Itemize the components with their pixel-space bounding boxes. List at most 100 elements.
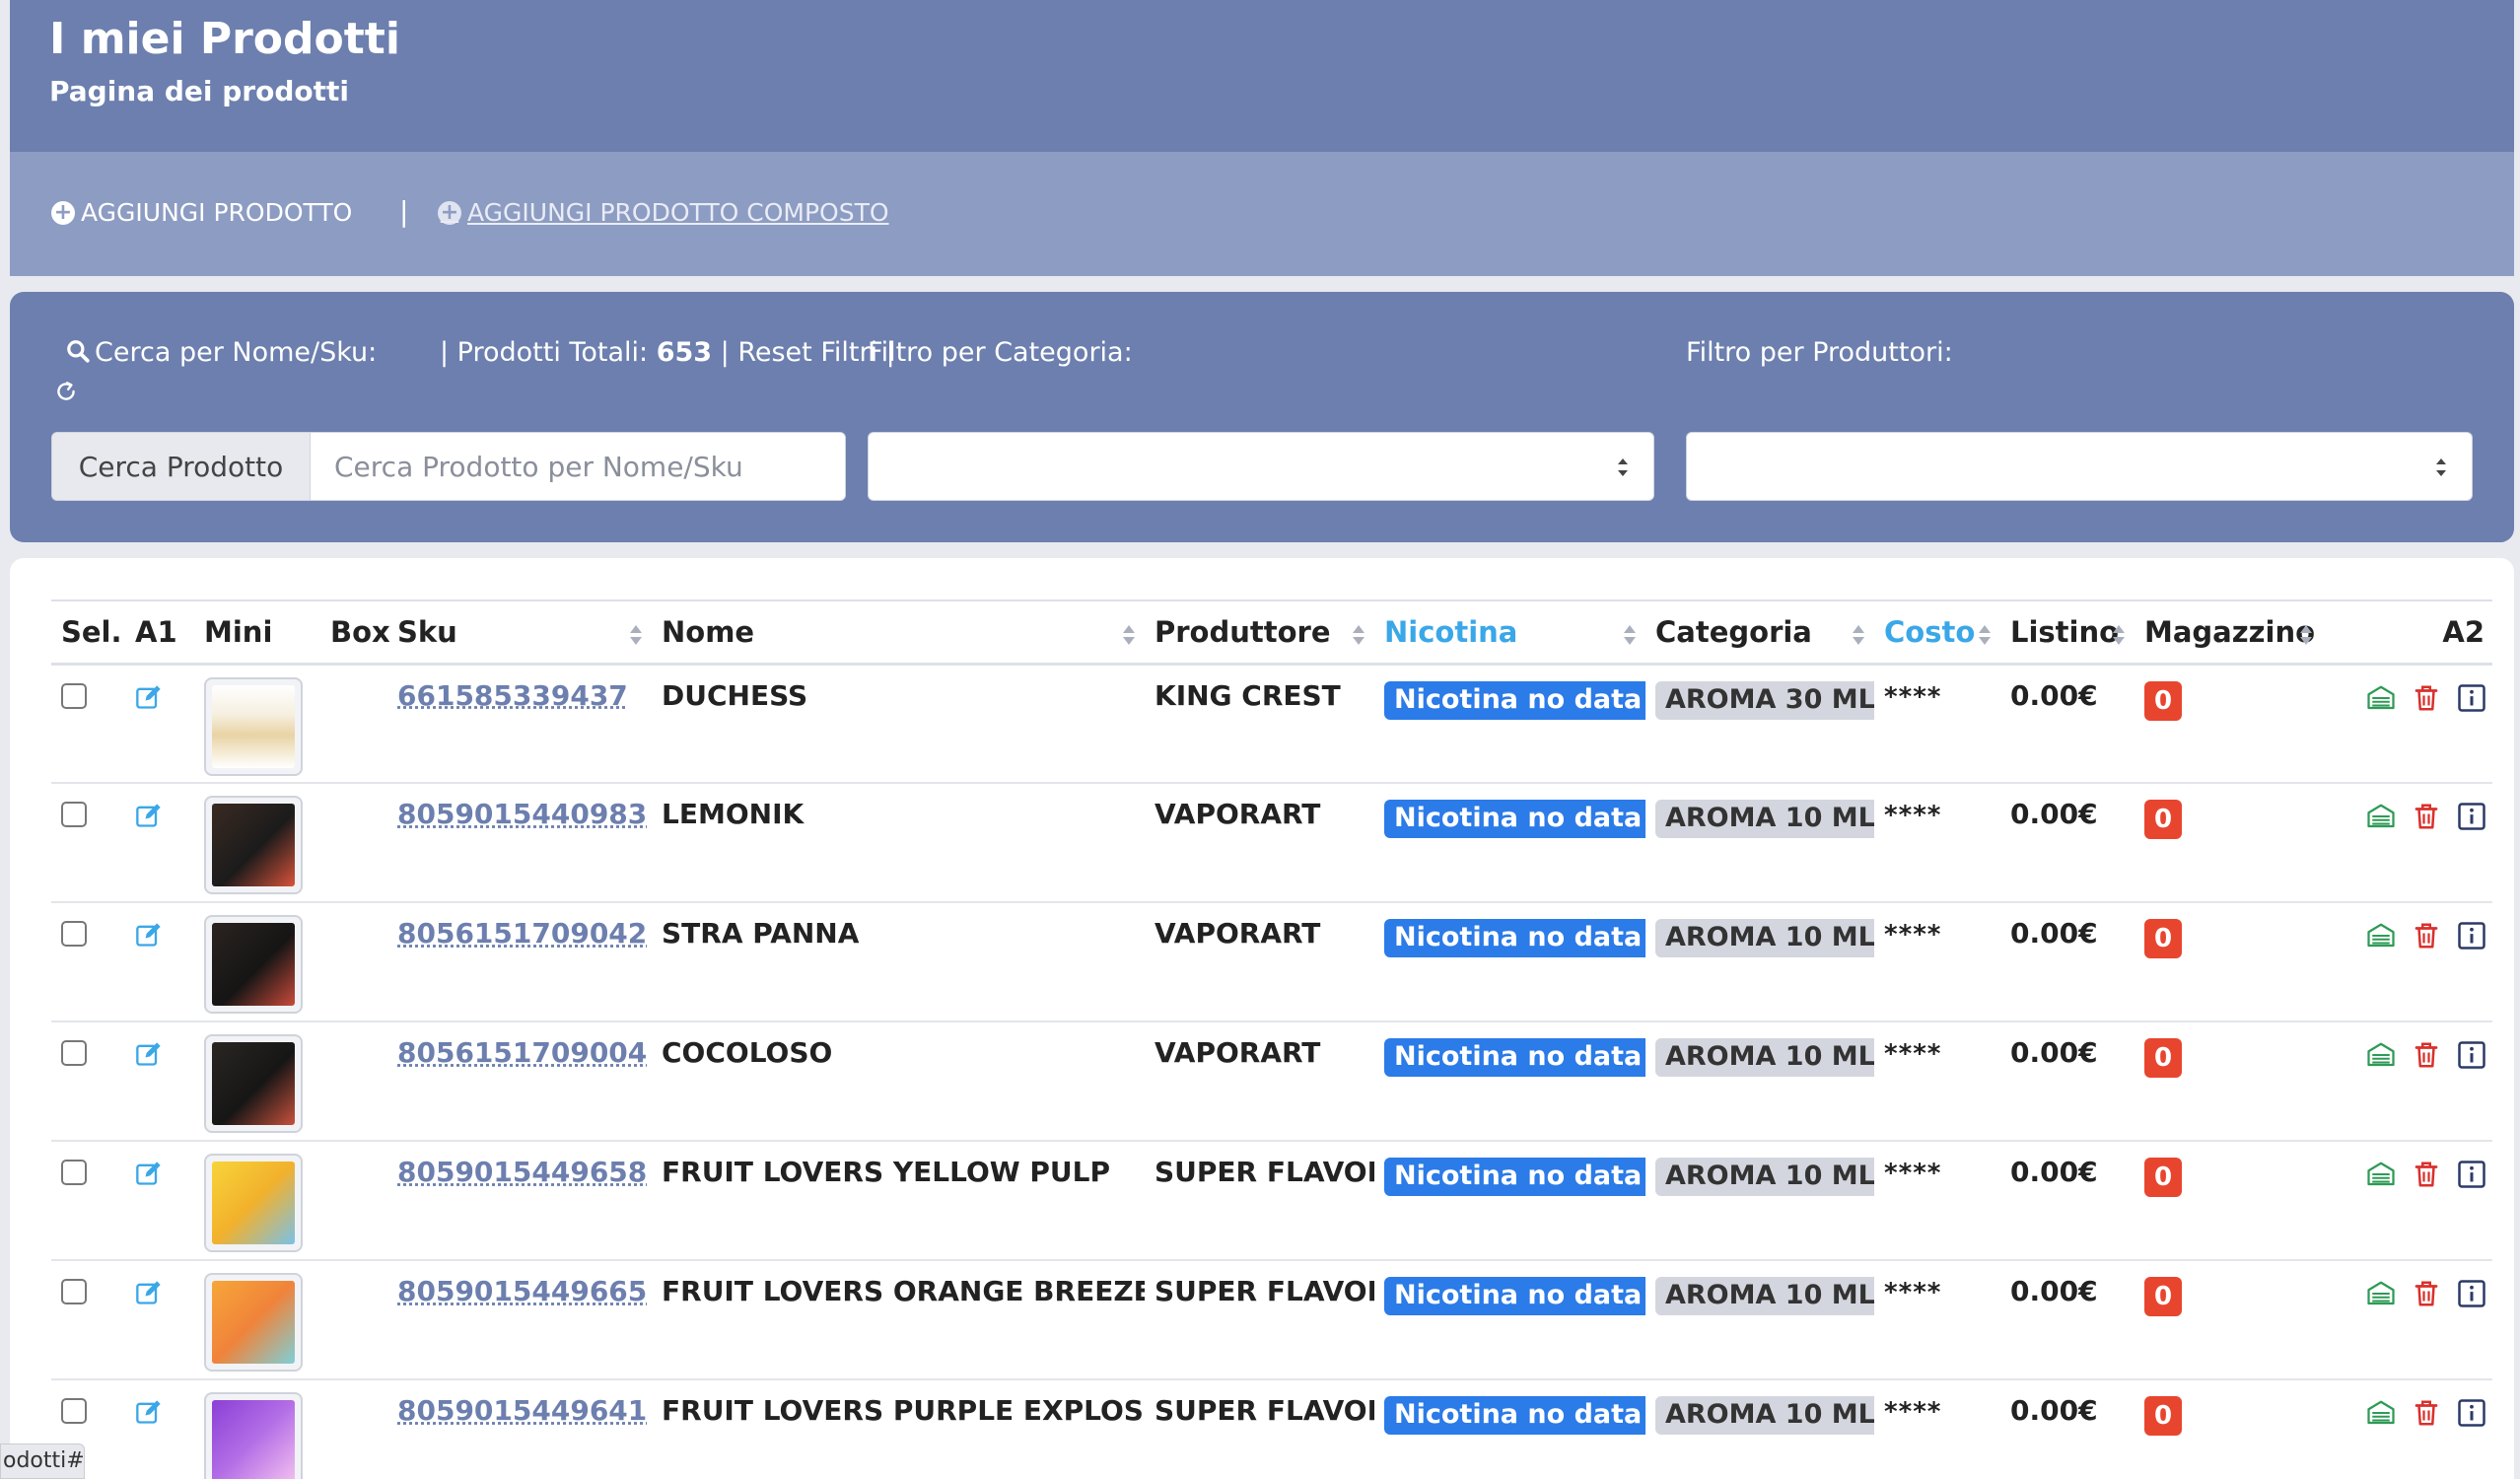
category-badge: AROMA 10 ML: [1655, 1038, 1874, 1077]
sku-link[interactable]: 8059015449641: [397, 1394, 647, 1427]
stock-badge: 0: [2144, 1396, 2182, 1436]
product-image: [212, 1281, 295, 1364]
products-panel: Sel. A1 Mini Box Sku Nome Produttore Nic…: [10, 558, 2514, 1479]
product-image: [212, 1400, 295, 1479]
row-checkbox[interactable]: [61, 1279, 87, 1304]
edit-icon[interactable]: [135, 1279, 163, 1306]
col-magazzino-label: Magazzino: [2144, 614, 2316, 649]
sort-icon: [1853, 625, 1864, 645]
info-icon[interactable]: [2457, 1279, 2486, 1308]
info-icon[interactable]: [2457, 1398, 2486, 1428]
row-checkbox[interactable]: [61, 802, 87, 827]
add-product-button[interactable]: + AGGIUNGI PRODOTTO: [51, 198, 352, 227]
trash-icon[interactable]: [2412, 683, 2441, 713]
trash-icon[interactable]: [2412, 802, 2441, 831]
edit-icon[interactable]: [135, 1040, 163, 1068]
sku-link[interactable]: 8056151709042: [397, 917, 647, 950]
edit-icon[interactable]: [135, 1160, 163, 1187]
category-badge: AROMA 10 ML: [1655, 1396, 1874, 1435]
info-icon[interactable]: [2457, 802, 2486, 831]
col-sku[interactable]: Sku: [387, 599, 652, 666]
row-actions: [2332, 917, 2492, 951]
category-select[interactable]: [868, 432, 1654, 501]
product-thumbnail[interactable]: [204, 1154, 303, 1252]
row-checkbox[interactable]: [61, 1040, 87, 1066]
add-compound-product-label: AGGIUNGI PRODOTTO COMPOSTO: [467, 198, 889, 227]
info-icon[interactable]: [2457, 683, 2486, 713]
sort-icon: [1353, 625, 1365, 645]
product-thumbnail[interactable]: [204, 1034, 303, 1133]
sort-icon: [2113, 625, 2125, 645]
product-thumbnail[interactable]: [204, 796, 303, 894]
product-thumbnail[interactable]: [204, 1273, 303, 1372]
warehouse-icon[interactable]: [2366, 683, 2396, 713]
sku-link[interactable]: 661585339437: [397, 679, 628, 712]
info-icon[interactable]: [2457, 1040, 2486, 1070]
sku-link[interactable]: 8059015440983: [397, 798, 647, 830]
category-filter-label: Filtro per Categoria:: [868, 337, 1133, 368]
edit-icon[interactable]: [135, 802, 163, 829]
nicotina-badge: Nicotina no data: [1384, 1396, 1645, 1435]
col-categoria[interactable]: Categoria: [1645, 599, 1874, 666]
category-badge: AROMA 10 ML: [1655, 1158, 1874, 1196]
col-costo-label: Costo: [1884, 614, 1976, 649]
col-nicotina[interactable]: Nicotina: [1374, 599, 1645, 666]
add-product-label: AGGIUNGI PRODOTTO: [81, 198, 353, 227]
sort-icon: [630, 625, 642, 645]
cost-value: ****: [1884, 681, 1942, 712]
edit-icon[interactable]: [135, 683, 163, 711]
row-checkbox[interactable]: [61, 921, 87, 947]
trash-icon[interactable]: [2412, 1398, 2441, 1428]
totals-row: | Prodotti Totali: 653 | Reset Filtri |: [440, 337, 895, 368]
sku-link[interactable]: 8056151709004: [397, 1036, 647, 1069]
trash-icon[interactable]: [2412, 921, 2441, 951]
sort-icon: [2300, 625, 2312, 645]
status-bar-url: odotti#: [0, 1444, 85, 1479]
warehouse-icon[interactable]: [2366, 1398, 2396, 1428]
warehouse-icon[interactable]: [2366, 802, 2396, 831]
trash-icon[interactable]: [2412, 1040, 2441, 1070]
warehouse-icon[interactable]: [2366, 1279, 2396, 1308]
nicotina-badge: Nicotina no data: [1384, 800, 1645, 838]
sku-link[interactable]: 8059015449665: [397, 1275, 647, 1307]
product-thumbnail[interactable]: [204, 676, 303, 776]
row-checkbox[interactable]: [61, 1398, 87, 1424]
list-price: 0.00€: [2010, 1394, 2098, 1427]
col-listino[interactable]: Listino: [2000, 599, 2135, 666]
product-image: [212, 1162, 295, 1244]
producer-name: VAPORART: [1155, 1036, 1321, 1069]
nicotina-badge: Nicotina no data: [1384, 680, 1645, 720]
warehouse-icon[interactable]: [2366, 921, 2396, 951]
stock-badge: 0: [2144, 1038, 2182, 1078]
stock-badge: 0: [2144, 919, 2182, 958]
info-icon[interactable]: [2457, 1160, 2486, 1189]
product-name: COCOLOSO: [662, 1036, 833, 1069]
row-checkbox[interactable]: [61, 682, 87, 709]
col-magazzino[interactable]: Magazzino: [2135, 599, 2322, 666]
sku-link[interactable]: 8059015449658: [397, 1156, 647, 1188]
col-produttore[interactable]: Produttore: [1145, 599, 1374, 666]
product-name: DUCHESS: [662, 678, 808, 712]
search-label-row: Cerca per Nome/Sku:: [65, 337, 377, 368]
producer-select[interactable]: [1686, 432, 2473, 501]
edit-icon[interactable]: [135, 1398, 163, 1426]
col-mini: Mini: [194, 599, 320, 666]
warehouse-icon[interactable]: [2366, 1040, 2396, 1070]
product-thumbnail[interactable]: [204, 1392, 303, 1479]
col-nome[interactable]: Nome: [652, 599, 1145, 666]
producer-name: KING CREST: [1155, 678, 1341, 712]
product-name: LEMONIK: [662, 798, 805, 830]
row-checkbox[interactable]: [61, 1160, 87, 1185]
trash-icon[interactable]: [2412, 1160, 2441, 1189]
search-input[interactable]: [311, 433, 845, 500]
warehouse-icon[interactable]: [2366, 1160, 2396, 1189]
add-compound-product-link[interactable]: + AGGIUNGI PRODOTTO COMPOSTO: [438, 198, 889, 227]
col-costo[interactable]: Costo: [1874, 599, 2000, 666]
product-thumbnail[interactable]: [204, 915, 303, 1014]
cost-value: ****: [1884, 1039, 1942, 1069]
refresh-icon[interactable]: [53, 379, 79, 404]
info-icon[interactable]: [2457, 921, 2486, 951]
trash-icon[interactable]: [2412, 1279, 2441, 1308]
cost-value: ****: [1884, 1278, 1942, 1307]
edit-icon[interactable]: [135, 921, 163, 949]
